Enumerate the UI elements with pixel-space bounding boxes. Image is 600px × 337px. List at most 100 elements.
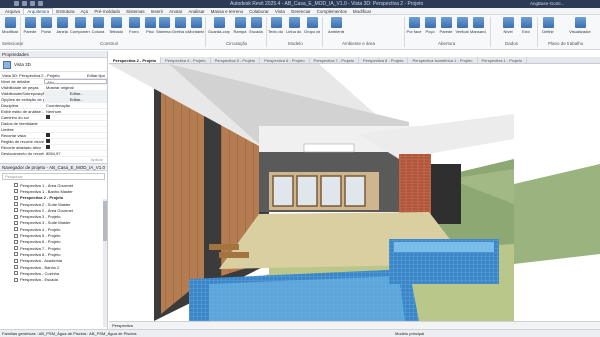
tab-aco[interactable]: Aço: [78, 9, 92, 14]
tab-arquitetura[interactable]: Arquitetura: [23, 8, 54, 14]
browser-view-item[interactable]: Perspectiva - Escada: [0, 276, 107, 282]
apply-button[interactable]: Aplicar: [91, 157, 103, 163]
instance-filter[interactable]: Vista 3D: Perspectiva 2 - Projeto: [2, 73, 60, 78]
curtain-system-button[interactable]: Sistema cortina: [156, 17, 172, 34]
type-selector[interactable]: Vista 3D: [0, 58, 107, 72]
roof-button[interactable]: Telhado: [108, 17, 124, 34]
view-tab[interactable]: Perspectiva 7 - Projeto: [310, 57, 360, 63]
property-label: Caminho do sol: [1, 115, 29, 120]
browser-view-label: Perspectiva - Cozinha: [20, 270, 60, 276]
tab-complementos[interactable]: Complementos: [314, 9, 350, 14]
stair-button[interactable]: Escada: [248, 17, 264, 34]
wall-opening-button[interactable]: Parede: [438, 17, 454, 34]
shaft-button[interactable]: Poço: [422, 17, 438, 34]
browser-view-label: Perspectiva 8 - Projeto: [20, 251, 61, 257]
wall-button[interactable]: Parede: [22, 17, 38, 34]
door-button[interactable]: Porta: [38, 17, 54, 34]
set-workplane-button[interactable]: Definir: [540, 17, 556, 34]
view-icon: [14, 189, 18, 194]
property-value[interactable]: [44, 133, 107, 138]
tab-gerenciar[interactable]: Gerenciar: [288, 9, 314, 14]
browser-view-label: Perspectiva 3 - Suíte Master: [20, 220, 71, 226]
open-icon[interactable]: [14, 1, 19, 6]
tab-arquivo[interactable]: Arquivo: [2, 9, 23, 14]
undo-icon[interactable]: [30, 1, 35, 6]
view-tab[interactable]: Perspectiva 6 - Projeto: [260, 57, 310, 63]
by-face-button[interactable]: Por face: [406, 17, 422, 34]
property-value: Coordenação: [46, 103, 71, 108]
checkbox-checked[interactable]: [46, 115, 50, 119]
tab-analisar[interactable]: Analisar: [185, 9, 207, 14]
property-value[interactable]: [44, 115, 107, 120]
tab-colaborar[interactable]: Colaborar: [246, 9, 272, 14]
model-line-button[interactable]: Linha do modelo: [286, 17, 302, 34]
view-icon: [14, 239, 18, 244]
user-account[interactable]: AngBase-Gonti...: [530, 1, 564, 6]
viewer-button[interactable]: Visualizador: [565, 17, 595, 34]
view-tab[interactable]: Perspectiva 8 - Projeto: [359, 57, 409, 63]
3d-viewport[interactable]: [109, 64, 514, 321]
tab-estrutura[interactable]: Estrutura: [53, 9, 77, 14]
property-value[interactable]: [44, 139, 107, 144]
property-value[interactable]: Alto: [44, 79, 107, 84]
set-workplane-icon: [542, 17, 554, 28]
vertical-icon: [456, 17, 468, 28]
shaft-icon: [424, 17, 436, 28]
left-dock: Propriedades Vista 3D Vista 3D: Perspect…: [0, 51, 108, 331]
modify-button[interactable]: Modificar: [2, 17, 18, 34]
tab-pre-moldado[interactable]: Pré-moldado: [91, 9, 123, 14]
property-value[interactable]: Editar...: [44, 97, 107, 102]
view-icon: [14, 265, 18, 269]
model-group-button[interactable]: Grupo de modelos: [304, 17, 320, 34]
property-value[interactable]: [44, 145, 107, 150]
view-tab[interactable]: Perspectiva 5 - Projeto: [211, 57, 261, 63]
by-face-icon: [408, 17, 420, 28]
panel-label-model: Modelo: [288, 41, 303, 46]
ribbon-panel: Modificar Parede Porta Janela Componente…: [0, 15, 600, 50]
vertical-button[interactable]: Vertical: [454, 17, 470, 34]
model-text-button[interactable]: Texto do modelo: [268, 17, 284, 34]
save-icon[interactable]: [22, 1, 27, 6]
tab-massa-terreno[interactable]: Massa e terreno: [208, 9, 247, 14]
dormer-button[interactable]: Mansarda: [470, 17, 486, 34]
property-label: Visibilidade/Sobreposição de...: [1, 91, 44, 96]
view-tab[interactable]: Perspectiva 1 - Projeto: [478, 57, 527, 63]
view-mode-label[interactable]: Perspectiva: [112, 323, 133, 328]
browser-scrollbar[interactable]: [103, 199, 107, 327]
curtain-grid-button[interactable]: Grelha cortina: [172, 17, 188, 34]
property-value[interactable]: Editar...: [44, 91, 107, 96]
railing-button[interactable]: Guarda-corpo: [208, 17, 230, 34]
panel-divider: [490, 17, 491, 47]
column-button[interactable]: Coluna: [90, 17, 106, 34]
view-control-bar: Perspectiva: [109, 321, 600, 329]
tab-vista[interactable]: Vista: [272, 9, 288, 14]
checkbox-checked[interactable]: [46, 139, 50, 143]
view-tab[interactable]: Perspectiva 4 - Projeto: [161, 57, 211, 63]
ramp-button[interactable]: Rampa: [232, 17, 248, 34]
view-tab[interactable]: Perspectiva 2 - Projeto: [109, 57, 162, 63]
redo-icon[interactable]: [38, 1, 43, 6]
tab-anotar[interactable]: Anotar: [166, 9, 185, 14]
tab-inserir[interactable]: Inserir: [148, 9, 167, 14]
tab-modificar[interactable]: Modificar: [350, 9, 374, 14]
quick-access-toolbar[interactable]: [14, 1, 43, 6]
room-button[interactable]: Ambiente: [328, 17, 344, 34]
browser-view-label: Perspectiva 5 - Projeto: [20, 233, 61, 239]
panel-divider: [266, 17, 267, 47]
scrollbar-thumb[interactable]: [103, 201, 107, 241]
title-bar: Autodesk Revit 2025.4 - AB_Casa_E_MOD_IA…: [0, 0, 600, 8]
checkbox-checked[interactable]: [46, 145, 50, 149]
window-button[interactable]: Janela: [54, 17, 70, 34]
checkbox-checked[interactable]: [46, 133, 50, 137]
mullion-button[interactable]: Montante: [188, 17, 204, 34]
active-model-label[interactable]: Modelo principal: [395, 331, 424, 336]
level-button[interactable]: Nível: [500, 17, 516, 34]
ceiling-button[interactable]: Forro: [126, 17, 142, 34]
browser-view-label: Perspectiva 1 - Banho Master: [20, 188, 73, 194]
grid-button[interactable]: Eixo: [518, 17, 534, 34]
edit-type-button[interactable]: Editar tipo: [87, 73, 105, 78]
tab-sistemas[interactable]: Sistemas: [123, 9, 148, 14]
browser-search-input[interactable]: Pesquisar: [2, 173, 105, 180]
component-button[interactable]: Componente: [70, 17, 90, 34]
view-tab[interactable]: Perspectiva Isométrica 1 - Projeto: [408, 57, 478, 63]
